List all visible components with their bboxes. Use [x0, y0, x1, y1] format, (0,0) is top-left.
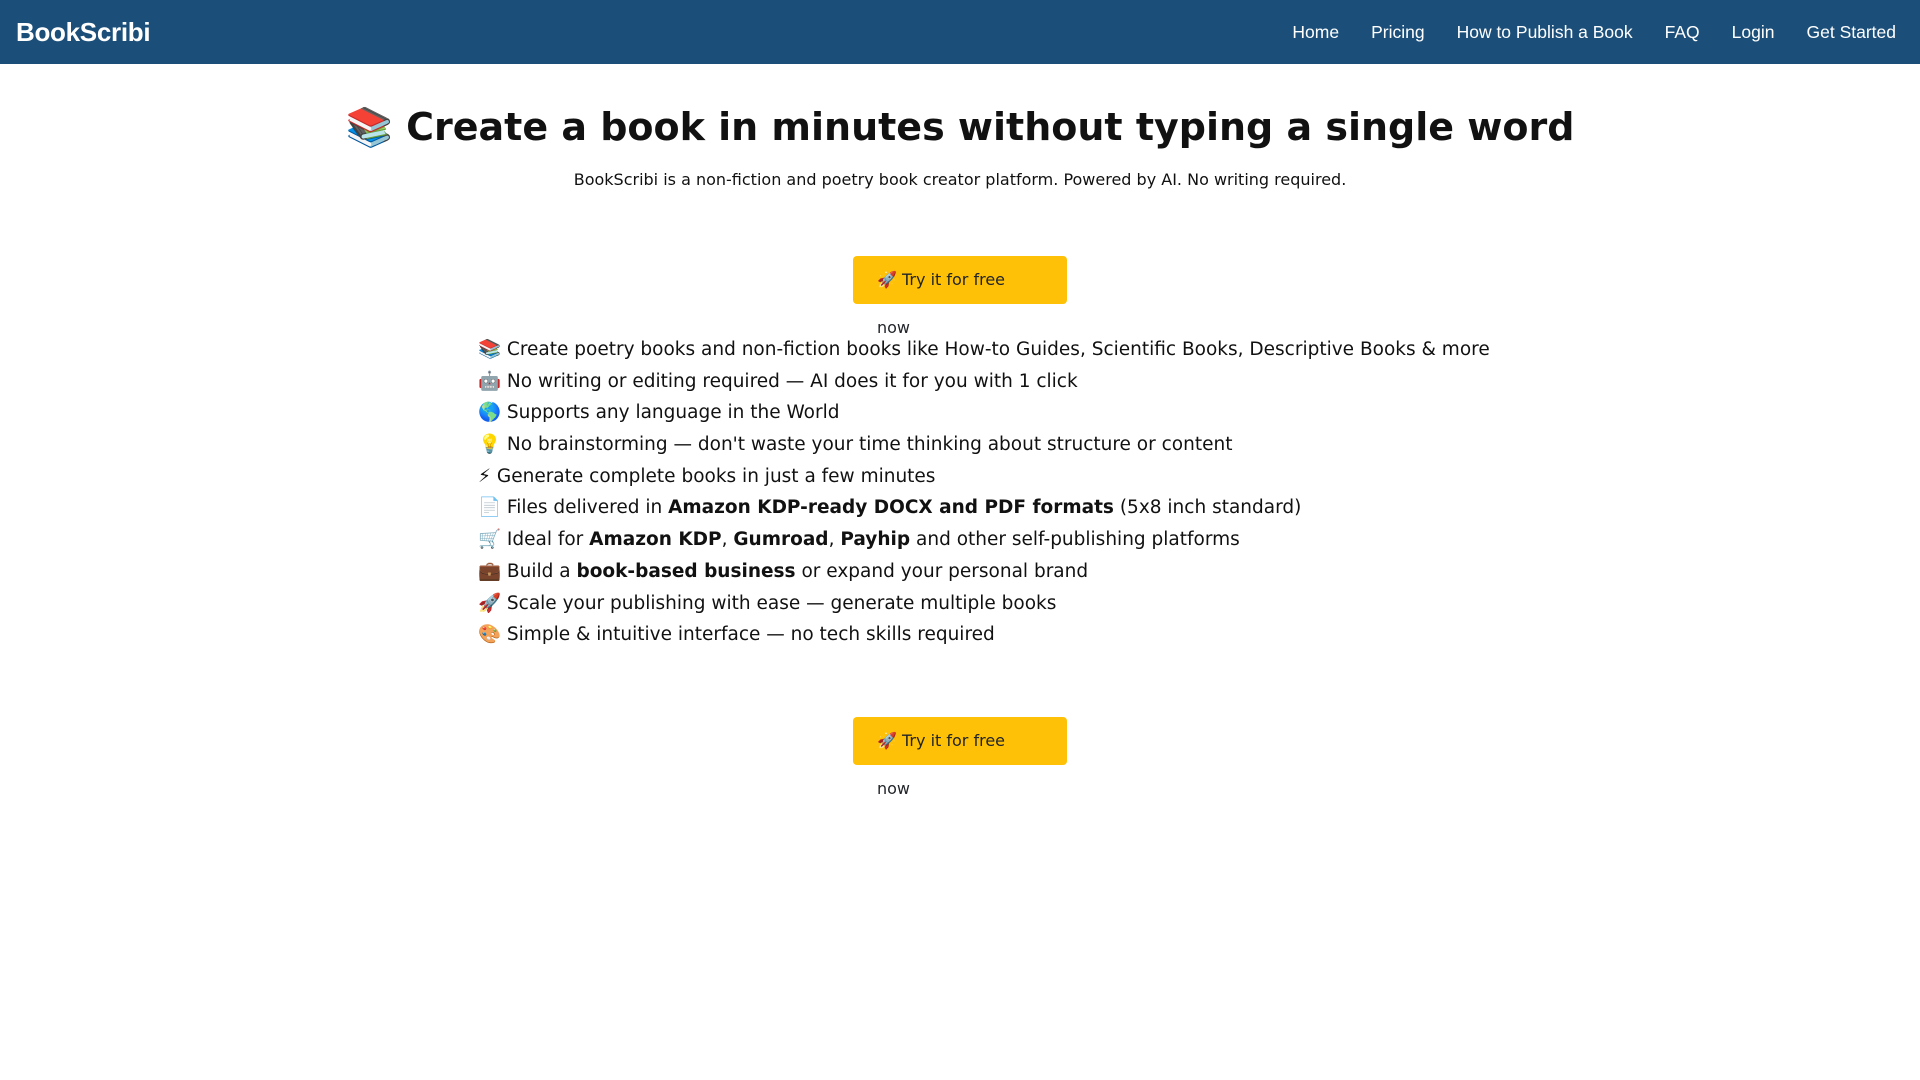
feature-highlight: Amazon KDP-ready DOCX and PDF formats [668, 497, 1114, 519]
try-free-button-top[interactable]: 🚀 Try it for free now [853, 256, 1067, 337]
feature-item: 📚 Create poetry books and non-fiction bo… [478, 339, 1490, 360]
hero-title: 📚 Create a book in minutes without typin… [345, 105, 1575, 149]
nav-get-started-link[interactable]: Get Started [1807, 22, 1897, 43]
feature-highlight: book-based business [576, 560, 796, 582]
hero-subtitle: BookScribi is a non-fiction and poetry b… [573, 169, 1347, 189]
feature-item: 🎨 Simple & intuitive interface — no tech… [478, 624, 995, 646]
feature-text: (5x8 inch standard) [1113, 497, 1302, 519]
feature-highlight: Payhip [840, 529, 911, 551]
feature-text: , [721, 529, 734, 551]
feature-item: ⚡ Generate complete books in just a few … [478, 465, 936, 487]
feature-item: 💡 No brainstorming — don't waste your ti… [478, 434, 1233, 456]
feature-item: 🤖 No writing or editing required — AI do… [478, 370, 1078, 392]
nav-how-to-publish-link[interactable]: How to Publish a Book [1457, 22, 1633, 43]
hero-section: 📚 Create a book in minutes without typin… [0, 64, 1920, 189]
nav-faq-link[interactable]: FAQ [1665, 22, 1700, 43]
feature-text: , [828, 529, 841, 551]
top-navbar: BookScribi Home Pricing How to Publish a… [0, 0, 1920, 64]
feature-item: 🚀 Scale your publishing with ease — gene… [478, 592, 1057, 614]
feature-highlight: Amazon KDP [589, 529, 722, 551]
feature-item: 💼 Build a book-based business or expand … [478, 556, 1490, 588]
feature-highlight: Gumroad [733, 529, 829, 551]
nav-login-link[interactable]: Login [1732, 22, 1775, 43]
feature-text: 🛒 Ideal for [478, 529, 590, 551]
nav-pricing-link[interactable]: Pricing [1371, 22, 1425, 43]
try-free-button-bottom[interactable]: 🚀 Try it for free now [853, 717, 1067, 798]
cta-bottom-container: 🚀 Try it for free now [853, 717, 1067, 798]
cta-top-container: 🚀 Try it for free now [853, 256, 1067, 337]
feature-list: 📚 Create poetry books and non-fiction bo… [478, 334, 1490, 651]
brand-logo[interactable]: BookScribi [16, 17, 151, 48]
feature-item: 📄 Files delivered in Amazon KDP-ready DO… [478, 492, 1490, 524]
feature-text: 📄 Files delivered in [478, 497, 669, 519]
feature-text: or expand your personal brand [795, 560, 1089, 582]
feature-text: 💼 Build a [478, 560, 577, 582]
nav-home-link[interactable]: Home [1292, 22, 1339, 43]
feature-text: and other self-publishing platforms [910, 529, 1240, 551]
feature-item: 🛒 Ideal for Amazon KDP, Gumroad, Payhip … [478, 524, 1490, 556]
nav-links: Home Pricing How to Publish a Book FAQ L… [1292, 22, 1904, 43]
feature-item: 🌎 Supports any language in the World [478, 402, 840, 424]
